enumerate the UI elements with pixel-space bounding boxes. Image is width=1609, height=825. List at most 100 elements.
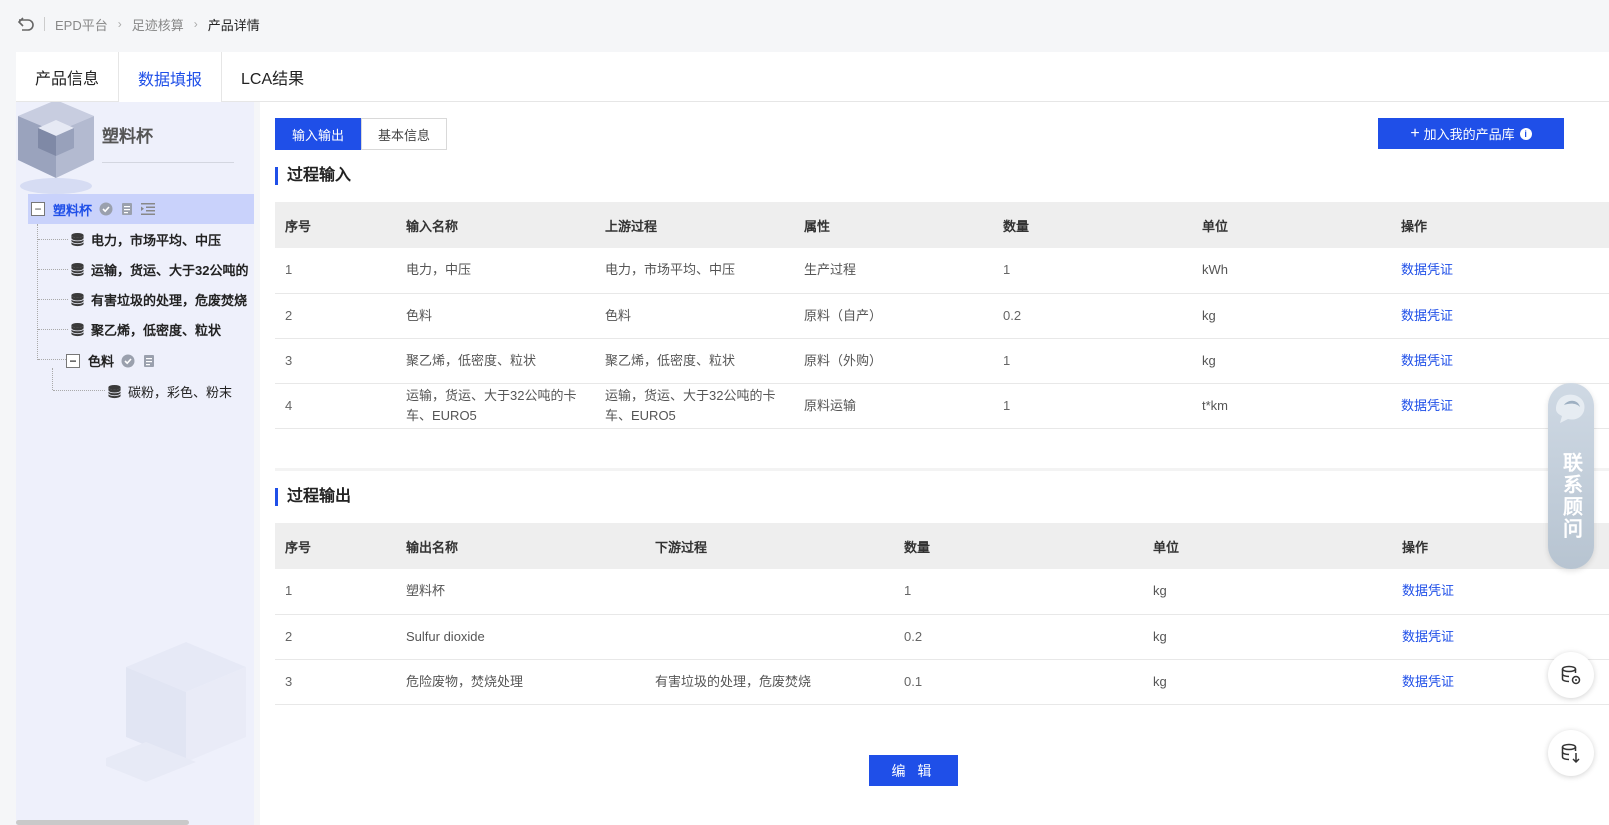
tree-item-label[interactable]: 有害垃圾的处理，危废焚烧	[91, 290, 247, 309]
add-to-library-button[interactable]: + 加入我的产品库 i	[1378, 118, 1564, 149]
cell-name: 塑料杯	[396, 569, 645, 615]
tree-item[interactable]: 有害垃圾的处理，危废焚烧	[70, 290, 247, 309]
tree-item[interactable]: 碳粉，彩色、粉末	[107, 382, 232, 401]
chevron-right-icon: ›	[117, 17, 122, 31]
database-icon	[108, 384, 121, 399]
column-header: 输入名称	[396, 202, 595, 248]
column-header: 单位	[1143, 523, 1392, 569]
cell-unit: kg	[1192, 338, 1391, 384]
add-to-library-label: 加入我的产品库	[1423, 127, 1515, 142]
table-header-row: 序号 输出名称 下游过程 数量 单位 操作	[275, 523, 1609, 569]
cell-no: 3	[275, 659, 396, 705]
data-voucher-link[interactable]: 数据凭证	[1402, 583, 1454, 598]
cell-no: 2	[275, 614, 396, 660]
tree-item[interactable]: 聚乙烯，低密度、粒状	[70, 320, 221, 339]
main-panel: 输入输出 基本信息 + 加入我的产品库 i 过程输入 序号 输入名称 上游过程 …	[260, 102, 1609, 825]
table-row: 3 聚乙烯，低密度、粒状 聚乙烯，低密度、粒状 原料（外购） 1 kg 数据凭证	[275, 338, 1609, 384]
tab-lca-result[interactable]: LCA结果	[222, 52, 323, 102]
cell-no: 1	[275, 248, 396, 294]
subtab-input-output[interactable]: 输入输出	[275, 118, 362, 150]
table-row: 2 色料 色料 原料（自产） 0.2 kg 数据凭证	[275, 293, 1609, 339]
tree-connector	[37, 224, 38, 360]
horizontal-scrollbar[interactable]	[16, 820, 189, 825]
tree-item[interactable]: 运输，货运、大于32公吨的	[70, 260, 248, 279]
cell-no: 1	[275, 569, 396, 615]
info-icon[interactable]: i	[1519, 127, 1532, 140]
breadcrumb-footprint[interactable]: 足迹核算	[132, 15, 184, 34]
collapse-icon[interactable]: −	[66, 353, 80, 368]
tree-connector	[53, 390, 105, 391]
product-tree-sidebar: 塑料杯 − 塑料杯 电力，市场平均、中压 运输，货运、大于32公吨的 有害垃圾的…	[16, 102, 254, 825]
cell-attr: 原料（自产）	[794, 293, 993, 339]
tree-item-label[interactable]: 碳粉，彩色、粉末	[128, 382, 232, 401]
cell-qty: 1	[993, 248, 1192, 294]
table-row: 2 Sulfur dioxide 0.2 kg 数据凭证	[275, 614, 1609, 660]
cell-upstream: 运输，货运、大于32公吨的卡车、EURO5	[595, 383, 794, 429]
data-voucher-link[interactable]: 数据凭证	[1402, 674, 1454, 689]
check-circle-icon	[99, 202, 113, 216]
document-icon[interactable]	[120, 202, 134, 216]
subtabs: 输入输出 基本信息	[275, 118, 448, 150]
database-download-icon	[1561, 743, 1580, 764]
cell-action: 数据凭证	[1391, 293, 1609, 339]
data-voucher-link[interactable]: 数据凭证	[1401, 398, 1453, 413]
cell-qty: 0.1	[894, 659, 1143, 705]
collapse-icon[interactable]: −	[31, 202, 45, 216]
data-voucher-link[interactable]: 数据凭证	[1402, 629, 1454, 644]
inputs-table: 序号 输入名称 上游过程 属性 数量 单位 操作 1 电力，中压 电力，市场平均…	[275, 202, 1609, 429]
breadcrumb: EPD平台 › 足迹核算 › 产品详情	[16, 12, 260, 36]
contact-consultant-label: 联系顾问	[1559, 452, 1582, 540]
cell-upstream: 电力，市场平均、中压	[595, 248, 794, 294]
tree-item-label[interactable]: 电力，市场平均、中压	[91, 230, 221, 249]
breadcrumb-epd[interactable]: EPD平台	[55, 15, 108, 34]
title-divider	[102, 162, 234, 163]
data-voucher-link[interactable]: 数据凭证	[1401, 353, 1453, 368]
document-icon[interactable]	[142, 354, 156, 368]
tree-root-label[interactable]: 塑料杯	[53, 200, 92, 219]
tree-item[interactable]: 电力，市场平均、中压	[70, 230, 221, 249]
tree-root-node[interactable]: − 塑料杯	[28, 194, 254, 224]
column-header: 输出名称	[396, 523, 645, 569]
back-icon[interactable]	[16, 14, 36, 34]
chat-bubble-icon	[1556, 394, 1585, 423]
list-indent-icon[interactable]	[141, 202, 156, 216]
edit-button[interactable]: 编 辑	[869, 755, 958, 786]
tree-connector	[38, 299, 68, 300]
check-circle-icon	[121, 354, 135, 368]
product-title: 塑料杯	[102, 127, 153, 146]
data-voucher-link[interactable]: 数据凭证	[1401, 308, 1453, 323]
tab-data-entry[interactable]: 数据填报	[118, 52, 223, 103]
table-header-row: 序号 输入名称 上游过程 属性 数量 单位 操作	[275, 202, 1609, 248]
cell-downstream	[645, 614, 894, 660]
database-settings-button[interactable]	[1548, 652, 1594, 698]
data-voucher-link[interactable]: 数据凭证	[1401, 262, 1453, 277]
cell-unit: kg	[1143, 569, 1392, 615]
table-row: 4 运输，货运、大于32公吨的卡车、EURO5 运输，货运、大于32公吨的卡车、…	[275, 383, 1609, 429]
tree-item-label[interactable]: 色料	[88, 351, 114, 370]
contact-consultant-button[interactable]: 联系顾问	[1548, 383, 1594, 569]
cell-unit: kg	[1143, 614, 1392, 660]
background-cubes-decoration	[106, 642, 246, 782]
tree-item-colorant[interactable]: − 色料	[66, 351, 156, 370]
main-tabs: 产品信息 数据填报 LCA结果	[16, 52, 1609, 103]
section-title-outputs: 过程输出	[275, 488, 351, 506]
tree-item-label[interactable]: 聚乙烯，低密度、粒状	[91, 320, 221, 339]
column-header: 数量	[993, 202, 1192, 248]
database-download-button[interactable]	[1548, 730, 1594, 776]
tree-item-label[interactable]: 运输，货运、大于32公吨的	[91, 260, 248, 279]
tab-product-info[interactable]: 产品信息	[16, 52, 118, 102]
cell-name: 聚乙烯，低密度、粒状	[396, 338, 595, 384]
table-row: 1 电力，中压 电力，市场平均、中压 生产过程 1 kWh 数据凭证	[275, 248, 1609, 294]
cell-unit: kg	[1143, 659, 1392, 705]
table-row: 1 塑料杯 1 kg 数据凭证	[275, 569, 1609, 615]
subtab-basic-info[interactable]: 基本信息	[361, 118, 448, 150]
cell-action: 数据凭证	[1391, 338, 1609, 384]
database-icon	[71, 322, 84, 337]
cell-name: 电力，中压	[396, 248, 595, 294]
database-icon	[71, 292, 84, 307]
cell-name: Sulfur dioxide	[396, 614, 645, 660]
column-header: 操作	[1391, 202, 1609, 248]
database-gear-icon	[1561, 665, 1581, 685]
outputs-table: 序号 输出名称 下游过程 数量 单位 操作 1 塑料杯 1 kg 数据凭证 2 …	[275, 523, 1609, 705]
database-icon	[71, 232, 84, 247]
